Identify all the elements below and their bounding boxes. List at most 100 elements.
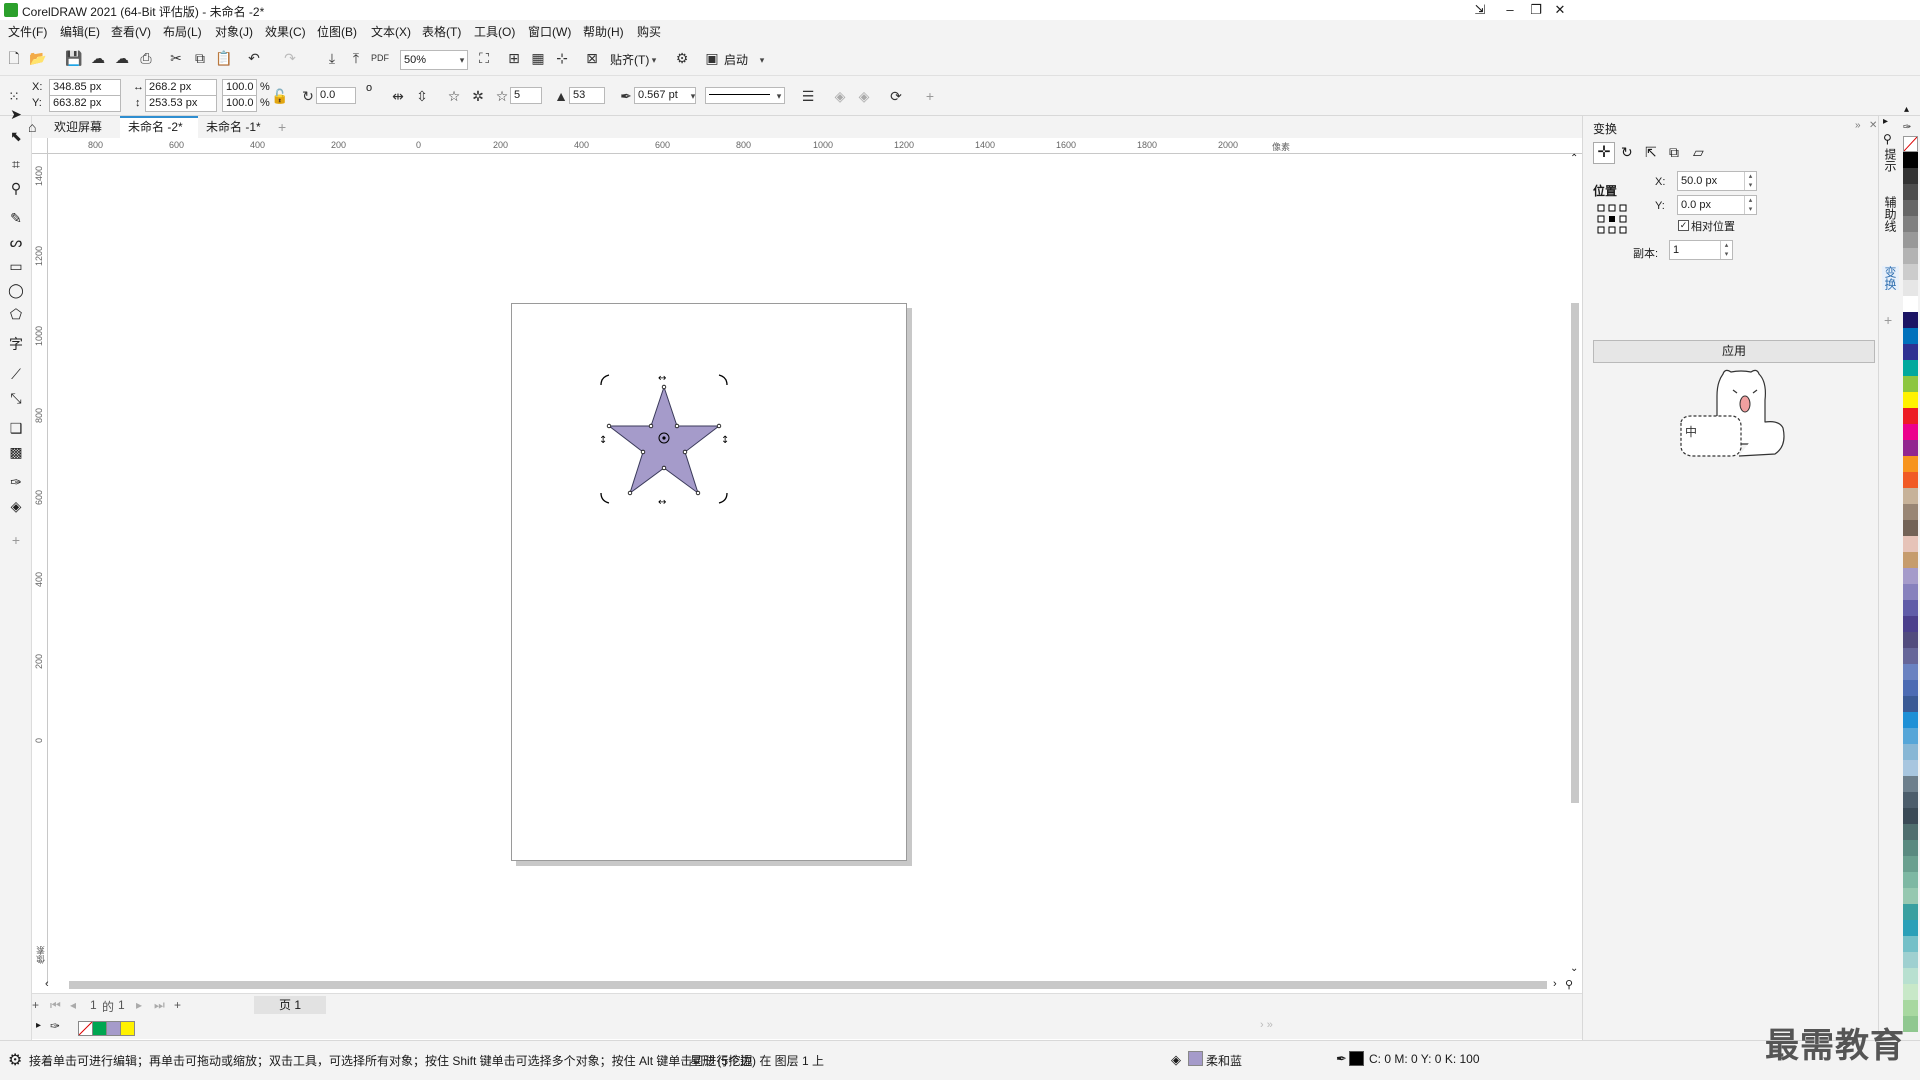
add-docker-icon[interactable]: + — [1884, 312, 1892, 328]
cut-icon[interactable]: ✂ — [166, 48, 186, 68]
palette-color-swatch[interactable] — [1903, 408, 1918, 424]
interactive-fill-icon[interactable]: ◈ — [6, 496, 26, 516]
complex-star-icon[interactable]: ✲ — [468, 86, 488, 106]
freehand-tool-icon[interactable]: ✎ — [6, 208, 26, 228]
palette-color-swatch[interactable] — [1903, 984, 1918, 1000]
artistic-media-icon[interactable]: ᔕ — [6, 232, 26, 252]
palette-color-swatch[interactable] — [1903, 392, 1918, 408]
palette-eyedropper-icon[interactable]: ✑ — [1903, 122, 1911, 133]
launch-icon[interactable]: ▣ — [702, 48, 722, 68]
tab-welcome[interactable]: 欢迎屏幕 — [46, 116, 110, 138]
palette-color-swatch[interactable] — [1903, 376, 1918, 392]
docker-x-field[interactable]: 50.0 px ▴ ▾ — [1677, 171, 1757, 191]
current-page-number[interactable]: 1 — [90, 998, 97, 1012]
undo-icon[interactable]: ↶ — [244, 48, 264, 68]
menu-layout[interactable]: 布局(L) — [163, 23, 202, 40]
palette-color-swatch[interactable] — [1903, 136, 1918, 152]
palette-eyedropper-icon[interactable]: ✑ — [50, 1019, 60, 1033]
palette-color-swatch[interactable] — [1903, 936, 1918, 952]
snap-to-dropdown[interactable]: 贴齐(T) — [610, 51, 649, 68]
doc-color-swatch[interactable] — [106, 1021, 121, 1036]
docker-y-field[interactable]: 0.0 px ▴ ▾ — [1677, 195, 1757, 215]
add-tool-icon[interactable]: + — [6, 530, 26, 550]
palette-color-swatch[interactable] — [1903, 600, 1918, 616]
launch-dropdown[interactable]: 启动 — [724, 51, 748, 68]
palette-color-swatch[interactable] — [1903, 184, 1918, 200]
palette-color-swatch[interactable] — [1903, 536, 1918, 552]
to-front-icon[interactable]: ◈ — [830, 86, 850, 106]
mirror-vertical-icon[interactable]: ⇳ — [412, 86, 432, 106]
scroll-down-icon[interactable]: ⌄ — [1570, 963, 1578, 974]
zoom-tool-icon[interactable]: ⚲ — [6, 178, 26, 198]
drop-shadow-tool-icon[interactable]: ❑ — [6, 418, 26, 438]
grid-icon[interactable]: ▦ — [528, 48, 548, 68]
vertical-scrollbar[interactable]: ⌃ ⌄ — [1568, 153, 1582, 977]
palette-color-swatch[interactable] — [1903, 824, 1918, 840]
palette-color-swatch[interactable] — [1903, 952, 1918, 968]
ruler-corner[interactable] — [32, 138, 48, 154]
rectangle-tool-icon[interactable]: ▭ — [6, 256, 26, 276]
outline-width-dropdown-icon[interactable]: ▾ — [687, 86, 699, 106]
palette-color-swatch[interactable] — [1903, 968, 1918, 984]
connector-tool-icon[interactable]: ⤡ — [6, 388, 26, 408]
menu-table[interactable]: 表格(T) — [422, 23, 461, 40]
palette-color-swatch[interactable] — [1903, 488, 1918, 504]
palette-color-swatch[interactable] — [1903, 696, 1918, 712]
y-position-field[interactable]: 663.82 px — [49, 95, 121, 112]
palette-color-swatch[interactable] — [1903, 232, 1918, 248]
horizontal-scrollbar[interactable]: ‹ › ⚲ — [45, 977, 1582, 993]
copy-icon[interactable]: ⧉ — [190, 48, 210, 68]
tab-untitled-1[interactable]: 未命名 -1* — [198, 116, 269, 138]
snap-dropdown-icon[interactable]: ▾ — [648, 50, 660, 70]
palette-color-swatch[interactable] — [1903, 920, 1918, 936]
palette-color-swatch[interactable] — [1903, 632, 1918, 648]
transparency-tool-icon[interactable]: ▩ — [6, 442, 26, 462]
tab-hints[interactable]: 提示 — [1882, 148, 1899, 172]
palette-color-swatch[interactable] — [1903, 584, 1918, 600]
spin-arrows-icon[interactable]: ▴ ▾ — [1744, 196, 1756, 214]
shape-tool-icon[interactable]: ⬉ — [6, 126, 26, 146]
palette-color-swatch[interactable] — [1903, 520, 1918, 536]
wrap-text-icon[interactable]: ☰ — [798, 86, 818, 106]
full-screen-icon[interactable]: ⛶ — [474, 48, 494, 68]
minimize-button[interactable]: – — [1496, 0, 1524, 20]
redo-icon[interactable]: ↷ — [280, 48, 300, 68]
new-tab-icon[interactable]: + — [278, 119, 286, 135]
import-icon[interactable]: ⤓ — [322, 48, 342, 68]
vertical-ruler[interactable]: 1400 1200 1000 800 600 400 200 0 像素 — [32, 154, 48, 984]
palette-color-swatch[interactable] — [1903, 776, 1918, 792]
palette-color-swatch[interactable] — [1903, 264, 1918, 280]
palette-color-swatch[interactable] — [1903, 664, 1918, 680]
height-field[interactable]: 253.53 px — [145, 95, 217, 112]
cloud-upload-icon[interactable]: ☁ — [112, 48, 132, 68]
palette-color-swatch[interactable] — [1903, 200, 1918, 216]
add-page-before-icon[interactable]: + — [32, 998, 39, 1012]
hints-search-icon[interactable]: ⚲ — [1883, 132, 1892, 146]
lock-ratio-icon[interactable]: 🔓 — [270, 86, 290, 106]
copies-field[interactable]: 1 ▴ ▾ — [1669, 240, 1733, 260]
palette-color-swatch[interactable] — [1903, 440, 1918, 456]
scale-mirror-mode-icon[interactable]: ⇱ — [1645, 144, 1657, 161]
scale-height-field[interactable]: 100.0 — [222, 95, 257, 112]
menu-buy[interactable]: 购买 — [637, 23, 661, 40]
home-icon[interactable]: ⌂ — [28, 119, 36, 135]
no-color-swatch[interactable] — [78, 1021, 93, 1036]
menu-effects[interactable]: 效果(C) — [265, 23, 306, 40]
palette-color-swatch[interactable] — [1903, 344, 1918, 360]
zoom-dropdown-icon[interactable]: ▾ — [456, 50, 468, 70]
palette-color-swatch[interactable] — [1903, 1016, 1918, 1032]
launch-dropdown-icon[interactable]: ▾ — [756, 50, 768, 70]
star-shape[interactable] — [607, 385, 721, 495]
object-origin-icon[interactable]: ⁙ — [4, 86, 24, 106]
scroll-left-icon[interactable]: ‹ — [45, 978, 49, 990]
palette-expand-icon[interactable]: ▸ — [36, 1020, 41, 1031]
line-style-dropdown-icon[interactable]: ▾ — [773, 86, 785, 106]
palette-color-swatch[interactable] — [1903, 296, 1918, 312]
dimension-tool-icon[interactable]: ⟋ — [6, 364, 26, 384]
palette-color-swatch[interactable] — [1903, 360, 1918, 376]
open-icon[interactable]: 📂 — [28, 48, 48, 68]
paste-icon[interactable]: 📋 — [214, 48, 234, 68]
next-page-icon[interactable]: ▸ — [136, 998, 142, 1012]
palette-color-swatch[interactable] — [1903, 680, 1918, 696]
selection-overlay[interactable]: ↔ ↔ ↕ ↕ — [589, 365, 739, 515]
